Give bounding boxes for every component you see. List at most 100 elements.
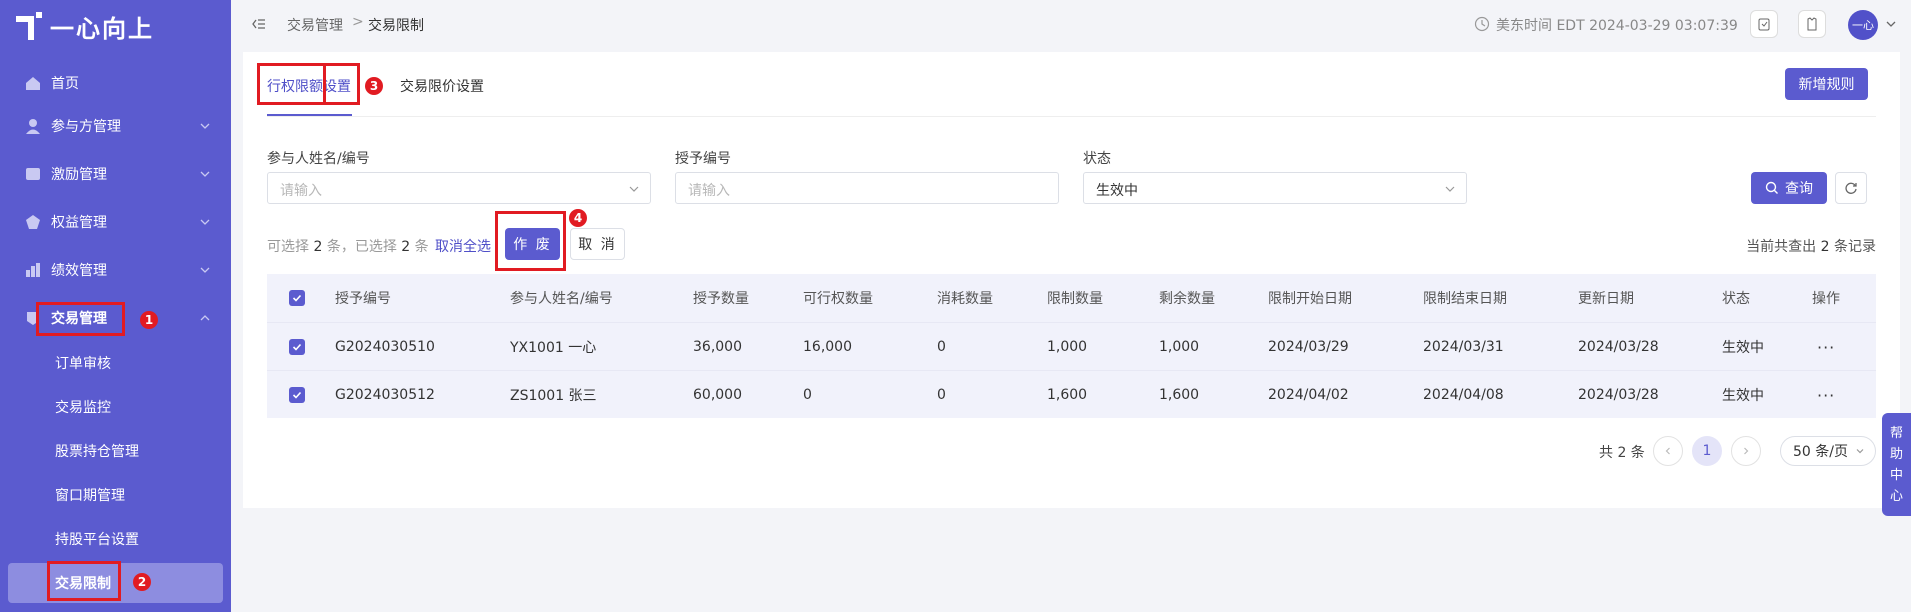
chevron-down-icon <box>200 267 210 273</box>
status-select[interactable]: 生效中 <box>1083 172 1467 204</box>
sidebar-item-label: 首页 <box>51 76 79 92</box>
avatar[interactable]: 一心 <box>1848 10 1878 40</box>
clock-icon <box>1474 16 1490 32</box>
chevron-up-icon <box>200 315 210 321</box>
participant-select[interactable]: 请输入 <box>267 172 651 204</box>
grant-id-input[interactable]: 请输入 <box>675 172 1059 204</box>
placeholder: 请输入 <box>280 183 322 199</box>
sidebar-item-performance[interactable]: 绩效管理 <box>0 250 231 290</box>
performance-icon <box>24 261 42 279</box>
refresh-icon <box>1845 182 1857 194</box>
checkbox-checked-icon <box>289 290 305 306</box>
help-center-tab[interactable]: 帮 助 中 心 <box>1882 413 1911 516</box>
sidebar-item-participants[interactable]: 参与方管理 <box>0 106 231 146</box>
cell-grant-id: G2024030512 <box>335 387 435 403</box>
chevron-down-icon <box>629 186 639 192</box>
selection-text-part: 条，已选择 <box>326 239 397 255</box>
cell-status: 生效中 <box>1722 340 1764 356</box>
sidebar-item-equity[interactable]: 权益管理 <box>0 202 231 242</box>
sidebar-subitem-holding-platform[interactable]: 持股平台设置 <box>0 519 231 559</box>
help-char: 帮 <box>1889 425 1903 441</box>
sidebar-subitem-label: 窗口期管理 <box>55 488 125 504</box>
column-header: 限制数量 <box>1047 291 1103 307</box>
more-actions-icon[interactable]: ··· <box>1817 371 1835 419</box>
breadcrumb-item[interactable]: 交易管理 <box>287 15 343 35</box>
cell-grant-qty: 36,000 <box>693 339 742 355</box>
notice-button[interactable] <box>1798 10 1826 38</box>
more-actions-icon[interactable]: ··· <box>1817 323 1835 371</box>
sidebar-subitem-trade-monitor[interactable]: 交易监控 <box>0 387 231 427</box>
sidebar-item-home[interactable]: 首页 <box>0 63 231 103</box>
chevron-down-icon <box>1856 449 1864 454</box>
result-count-part: 条记录 <box>1834 239 1876 255</box>
tab-exercise-limit[interactable]: 行权限额设置 <box>267 76 351 96</box>
cell-participant: ZS1001 张三 <box>510 388 597 404</box>
select-all-checkbox[interactable] <box>289 274 305 322</box>
chevron-down-icon <box>200 219 210 225</box>
tab-price-limit[interactable]: 交易限价设置 <box>400 76 484 96</box>
sidebar-item-label: 权益管理 <box>51 215 107 231</box>
filter-label: 参与人姓名/编号 <box>267 151 370 167</box>
void-button[interactable]: 作 废 <box>505 228 560 260</box>
selected-count: 2 <box>401 239 411 255</box>
query-label: 查询 <box>1785 181 1813 197</box>
sidebar-item-trade[interactable]: 交易管理 <box>0 298 231 338</box>
task-button[interactable] <box>1750 10 1778 38</box>
incentive-icon <box>24 165 42 183</box>
logo-text: 一心向上 <box>50 14 154 43</box>
row-checkbox[interactable] <box>289 323 305 371</box>
column-header: 限制开始日期 <box>1268 291 1352 307</box>
cell-status: 生效中 <box>1722 388 1764 404</box>
row-checkbox[interactable] <box>289 371 305 419</box>
column-header: 消耗数量 <box>937 291 993 307</box>
selection-text-part: 可选择 <box>267 239 309 255</box>
sidebar-subitem-label: 订单审核 <box>55 356 111 372</box>
prev-page-button[interactable] <box>1653 436 1683 466</box>
logo-icon <box>16 12 42 40</box>
cell-consumed-qty: 0 <box>937 339 946 355</box>
cell-grant-id: G2024030510 <box>335 339 435 355</box>
query-button[interactable]: 查询 <box>1751 172 1827 204</box>
chevron-down-icon[interactable] <box>1885 18 1897 30</box>
result-count-value: 2 <box>1820 239 1830 255</box>
selection-text: 可选择 2 条，已选择 2 条 <box>267 236 429 256</box>
sidebar-subitem-window-period[interactable]: 窗口期管理 <box>0 475 231 515</box>
cell-limit-qty: 1,600 <box>1047 387 1088 403</box>
next-page-button[interactable] <box>1731 436 1761 466</box>
page-number[interactable]: 1 <box>1692 436 1722 466</box>
sidebar-subitem-label: 交易监控 <box>55 400 111 416</box>
cell-end-date: 2024/04/08 <box>1423 387 1504 403</box>
main-card: 行权限额设置 交易限价设置 3 新增规则 参与人姓名/编号 请输入 授予编号 请… <box>243 52 1900 508</box>
cell-start-date: 2024/04/02 <box>1268 387 1349 403</box>
chevron-down-icon <box>1445 186 1455 192</box>
collapse-sidebar-icon[interactable] <box>251 16 267 32</box>
deselect-all-link[interactable]: 取消全选 <box>435 236 491 256</box>
sidebar-subitem-order-review[interactable]: 订单审核 <box>0 343 231 383</box>
column-header: 可行权数量 <box>803 291 873 307</box>
add-rule-button[interactable]: 新增规则 <box>1785 68 1868 100</box>
page-size-select[interactable]: 50 条/页 <box>1780 436 1876 466</box>
column-header: 状态 <box>1722 291 1750 307</box>
sidebar-subitem-stock-holdings[interactable]: 股票持仓管理 <box>0 431 231 471</box>
annotation-badge: 2 <box>133 573 151 591</box>
cell-end-date: 2024/03/31 <box>1423 339 1504 355</box>
column-header: 剩余数量 <box>1159 291 1215 307</box>
result-count: 当前共查出 2 条记录 <box>1746 236 1876 256</box>
cell-start-date: 2024/03/29 <box>1268 339 1349 355</box>
cancel-button[interactable]: 取 消 <box>570 228 625 260</box>
cell-grant-qty: 60,000 <box>693 387 742 403</box>
chevron-down-icon <box>200 123 210 129</box>
cell-participant: YX1001 一心 <box>510 340 597 356</box>
filter-label: 授予编号 <box>675 151 731 167</box>
column-header: 限制结束日期 <box>1423 291 1507 307</box>
annotation-badge: 3 <box>365 77 383 95</box>
chevron-right-icon <box>1744 447 1749 455</box>
help-char: 中 <box>1889 467 1903 483</box>
cell-exercisable-qty: 0 <box>803 387 812 403</box>
sidebar-item-incentive[interactable]: 激励管理 <box>0 154 231 194</box>
sidebar-subitem-trade-restriction[interactable]: 交易限制 <box>8 563 223 603</box>
cell-consumed-qty: 0 <box>937 387 946 403</box>
reset-button[interactable] <box>1835 172 1867 204</box>
chevron-down-icon <box>200 171 210 177</box>
participants-icon <box>24 117 42 135</box>
